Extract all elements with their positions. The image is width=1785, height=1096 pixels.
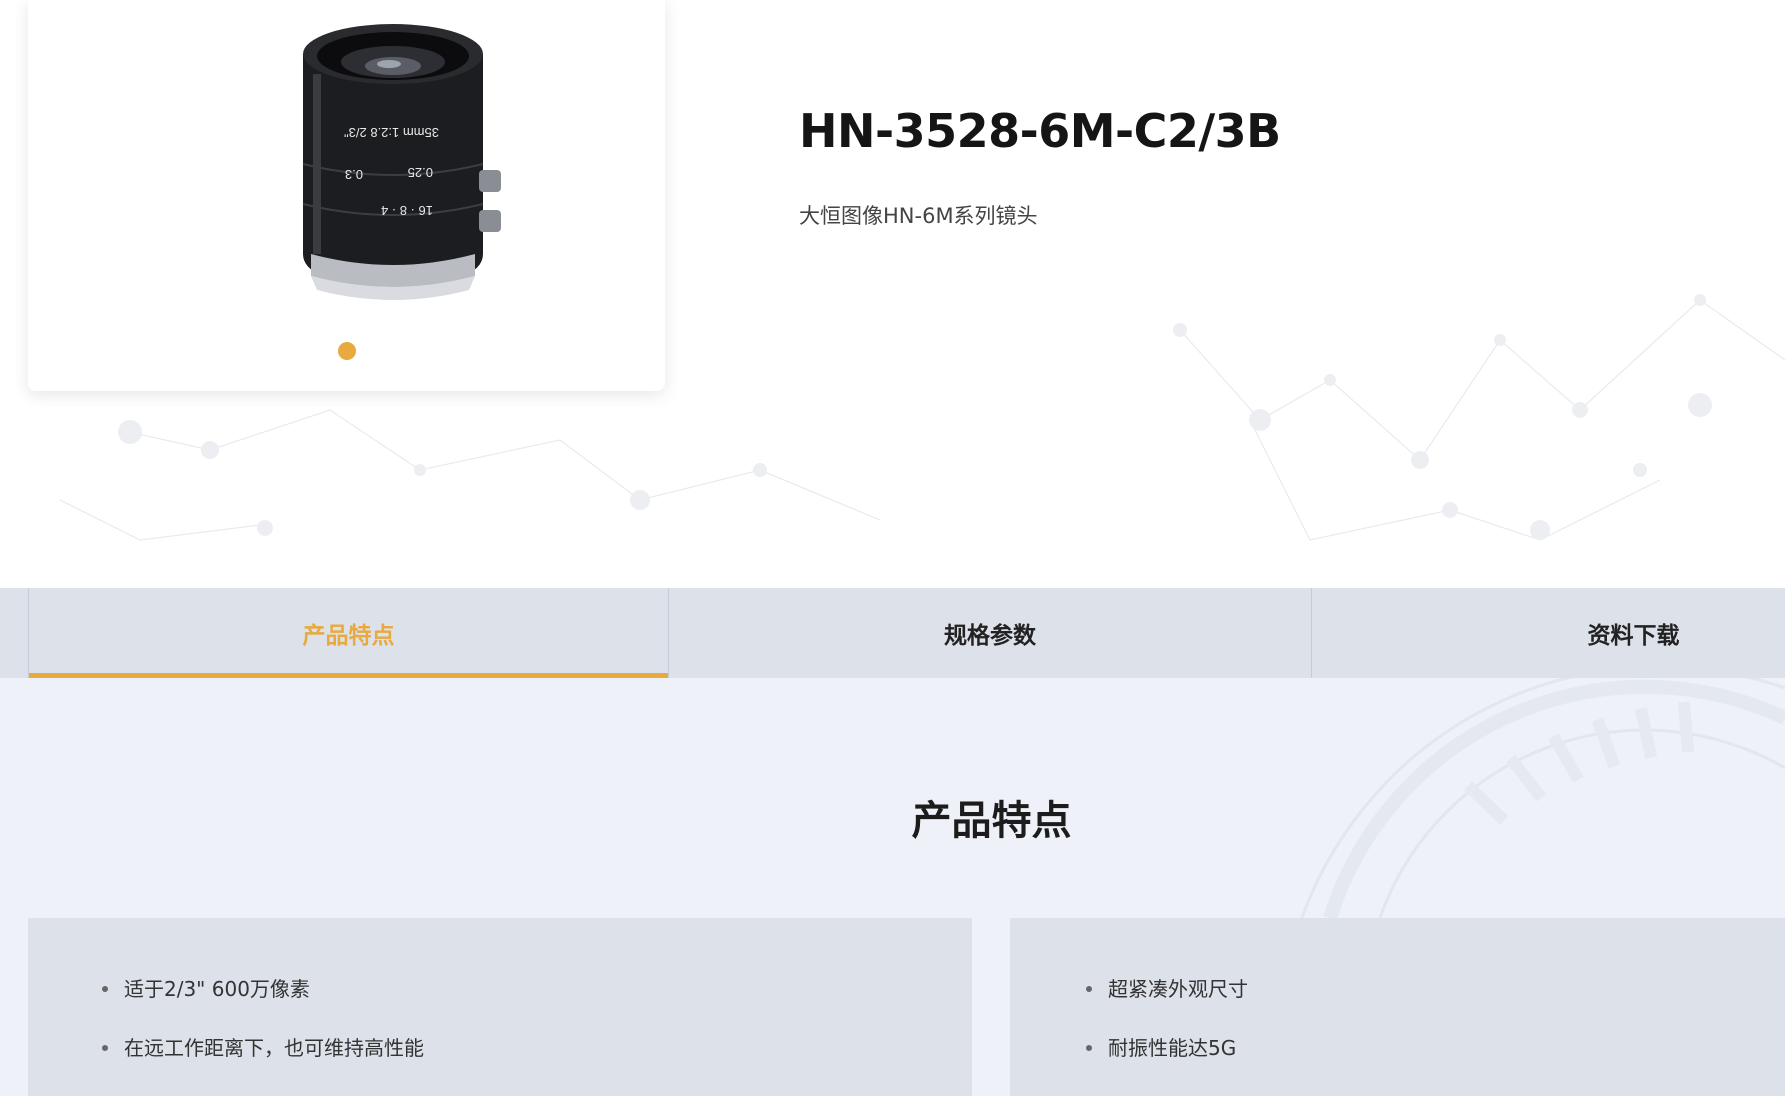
- list-item: 耐振性能达5G: [1086, 1032, 1236, 1061]
- bullet-icon: [102, 1044, 108, 1051]
- features-panel-left: 适于2/3" 600万像素 在远工作距离下，也可维持高性能: [28, 918, 972, 1096]
- bullet-icon: [102, 985, 108, 992]
- bullet-icon: [1086, 1044, 1092, 1051]
- product-hero: 35mm 1:2.8 2/3" 0.25 0.3 16 · 8 · 4 HN-3…: [0, 0, 1785, 588]
- list-item: 在远工作距离下，也可维持高性能: [102, 1032, 424, 1061]
- tab-specifications[interactable]: 规格参数: [669, 588, 1312, 678]
- camera-lens-image: 35mm 1:2.8 2/3" 0.25 0.3 16 · 8 · 4: [302, 24, 501, 300]
- product-title: HN-3528-6M-C2/3B: [799, 104, 1281, 158]
- tab-downloads[interactable]: 资料下载: [1312, 588, 1785, 678]
- product-tabs: 产品特点 规格参数 资料下载: [0, 588, 1785, 678]
- list-item: 超紧凑外观尺寸: [1086, 973, 1248, 1002]
- section-heading: 产品特点: [911, 798, 1072, 844]
- svg-text:0.3: 0.3: [345, 167, 363, 182]
- product-subtitle: 大恒图像HN-6M系列镜头: [799, 204, 1038, 228]
- features-section: 产品特点 适于2/3" 600万像素 在远工作距离下，也可维持高性能 超紧凑外观…: [0, 678, 1785, 1096]
- svg-text:16 · 8 · 4: 16 · 8 · 4: [381, 203, 433, 218]
- svg-text:35mm 1:2.8 2/3": 35mm 1:2.8 2/3": [344, 125, 439, 140]
- tab-features[interactable]: 产品特点: [28, 588, 669, 678]
- carousel-dot-active[interactable]: [338, 342, 356, 360]
- product-image-card: 35mm 1:2.8 2/3" 0.25 0.3 16 · 8 · 4: [28, 0, 665, 391]
- bullet-icon: [1086, 985, 1092, 992]
- svg-text:0.25: 0.25: [408, 165, 433, 180]
- features-panel-right: 超紧凑外观尺寸 耐振性能达5G: [1010, 918, 1785, 1096]
- list-item: 适于2/3" 600万像素: [102, 973, 310, 1002]
